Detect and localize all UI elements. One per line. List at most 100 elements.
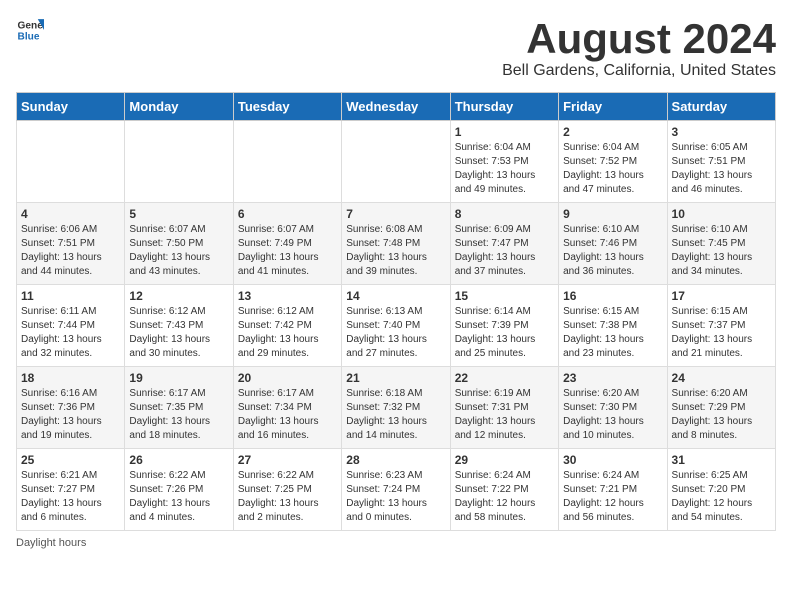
day-info: Sunrise: 6:25 AM Sunset: 7:20 PM Dayligh… (672, 469, 771, 525)
day-of-week-header: Friday (559, 93, 667, 121)
day-info: Sunrise: 6:17 AM Sunset: 7:35 PM Dayligh… (129, 387, 228, 443)
calendar-cell: 30 Sunrise: 6:24 AM Sunset: 7:21 PM Dayli… (559, 449, 667, 531)
calendar-header: SundayMondayTuesdayWednesdayThursdayFrid… (17, 93, 776, 121)
logo: General Blue (16, 16, 44, 44)
day-number: 25 (21, 453, 120, 467)
calendar-cell: 15Sunrise: 6:14 AM Sunset: 7:39 PM Dayli… (450, 285, 558, 367)
day-info: Sunrise: 6:24 AM Sunset: 7:22 PM Dayligh… (455, 469, 554, 525)
day-info: Sunrise: 6:09 AM Sunset: 7:47 PM Dayligh… (455, 223, 554, 279)
day-number: 9 (563, 207, 662, 221)
calendar-cell (233, 121, 341, 203)
day-info: Sunrise: 6:19 AM Sunset: 7:31 PM Dayligh… (455, 387, 554, 443)
calendar-week-row: 18 Sunrise: 6:16 AM Sunset: 7:36 PM Dayli… (17, 367, 776, 449)
day-info: Sunrise: 6:20 AM Sunset: 7:30 PM Dayligh… (563, 387, 662, 443)
day-number: 14 (346, 289, 445, 303)
day-info: Sunrise: 6:05 AM Sunset: 7:51 PM Dayligh… (672, 141, 771, 197)
day-number: 16 (563, 289, 662, 303)
page-title: August 2024 (502, 16, 776, 62)
calendar-cell: 19Sunrise: 6:17 AM Sunset: 7:35 PM Dayli… (125, 367, 233, 449)
calendar-cell: 31 Sunrise: 6:25 AM Sunset: 7:20 PM Dayli… (667, 449, 775, 531)
day-info: Sunrise: 6:14 AM Sunset: 7:39 PM Dayligh… (455, 305, 554, 361)
day-number: 18 (21, 371, 120, 385)
day-number: 10 (672, 207, 771, 221)
day-number: 1 (455, 125, 554, 139)
day-info: Sunrise: 6:13 AM Sunset: 7:40 PM Dayligh… (346, 305, 445, 361)
day-number: 28 (346, 453, 445, 467)
page-subtitle: Bell Gardens, California, United States (502, 62, 776, 80)
day-number: 31 (672, 453, 771, 467)
day-info: Sunrise: 6:23 AM Sunset: 7:24 PM Dayligh… (346, 469, 445, 525)
day-number: 24 (672, 371, 771, 385)
calendar-cell: 1 Sunrise: 6:04 AM Sunset: 7:53 PM Daylig… (450, 121, 558, 203)
day-info: Sunrise: 6:15 AM Sunset: 7:37 PM Dayligh… (672, 305, 771, 361)
calendar-cell: 21Sunrise: 6:18 AM Sunset: 7:32 PM Dayli… (342, 367, 450, 449)
day-info: Sunrise: 6:04 AM Sunset: 7:52 PM Dayligh… (563, 141, 662, 197)
calendar-cell: 27 Sunrise: 6:22 AM Sunset: 7:25 PM Dayli… (233, 449, 341, 531)
day-info: Sunrise: 6:07 AM Sunset: 7:50 PM Dayligh… (129, 223, 228, 279)
calendar-cell: 20 Sunrise: 6:17 AM Sunset: 7:34 PM Dayli… (233, 367, 341, 449)
day-info: Sunrise: 6:10 AM Sunset: 7:45 PM Dayligh… (672, 223, 771, 279)
day-info: Sunrise: 6:22 AM Sunset: 7:26 PM Dayligh… (129, 469, 228, 525)
calendar-week-row: 4 Sunrise: 6:06 AM Sunset: 7:51 PM Daylig… (17, 203, 776, 285)
calendar-cell: 23 Sunrise: 6:20 AM Sunset: 7:30 PM Dayli… (559, 367, 667, 449)
calendar-cell (125, 121, 233, 203)
day-info: Sunrise: 6:04 AM Sunset: 7:53 PM Dayligh… (455, 141, 554, 197)
day-number: 30 (563, 453, 662, 467)
day-info: Sunrise: 6:06 AM Sunset: 7:51 PM Dayligh… (21, 223, 120, 279)
daylight-label: Daylight hours (16, 537, 86, 549)
calendar-cell: 26 Sunrise: 6:22 AM Sunset: 7:26 PM Dayli… (125, 449, 233, 531)
day-number: 20 (238, 371, 337, 385)
day-info: Sunrise: 6:12 AM Sunset: 7:42 PM Dayligh… (238, 305, 337, 361)
day-number: 5 (129, 207, 228, 221)
day-number: 6 (238, 207, 337, 221)
day-number: 26 (129, 453, 228, 467)
calendar-week-row: 11 Sunrise: 6:11 AM Sunset: 7:44 PM Dayli… (17, 285, 776, 367)
calendar-table: SundayMondayTuesdayWednesdayThursdayFrid… (16, 92, 776, 531)
calendar-cell: 12Sunrise: 6:12 AM Sunset: 7:43 PM Dayli… (125, 285, 233, 367)
calendar-cell: 11 Sunrise: 6:11 AM Sunset: 7:44 PM Dayli… (17, 285, 125, 367)
calendar-week-row: 25 Sunrise: 6:21 AM Sunset: 7:27 PM Dayli… (17, 449, 776, 531)
calendar-cell: 18 Sunrise: 6:16 AM Sunset: 7:36 PM Dayli… (17, 367, 125, 449)
day-number: 8 (455, 207, 554, 221)
calendar-cell: 16 Sunrise: 6:15 AM Sunset: 7:38 PM Dayli… (559, 285, 667, 367)
day-number: 2 (563, 125, 662, 139)
calendar-cell: 2 Sunrise: 6:04 AM Sunset: 7:52 PM Daylig… (559, 121, 667, 203)
day-info: Sunrise: 6:17 AM Sunset: 7:34 PM Dayligh… (238, 387, 337, 443)
day-info: Sunrise: 6:21 AM Sunset: 7:27 PM Dayligh… (21, 469, 120, 525)
calendar-cell: 7Sunrise: 6:08 AM Sunset: 7:48 PM Daylig… (342, 203, 450, 285)
generalblue-logo-icon: General Blue (16, 16, 44, 44)
day-info: Sunrise: 6:22 AM Sunset: 7:25 PM Dayligh… (238, 469, 337, 525)
day-of-week-header: Monday (125, 93, 233, 121)
day-info: Sunrise: 6:24 AM Sunset: 7:21 PM Dayligh… (563, 469, 662, 525)
day-info: Sunrise: 6:15 AM Sunset: 7:38 PM Dayligh… (563, 305, 662, 361)
calendar-week-row: 1 Sunrise: 6:04 AM Sunset: 7:53 PM Daylig… (17, 121, 776, 203)
day-number: 27 (238, 453, 337, 467)
calendar-cell: 8 Sunrise: 6:09 AM Sunset: 7:47 PM Daylig… (450, 203, 558, 285)
day-info: Sunrise: 6:12 AM Sunset: 7:43 PM Dayligh… (129, 305, 228, 361)
calendar-cell: 14 Sunrise: 6:13 AM Sunset: 7:40 PM Dayli… (342, 285, 450, 367)
day-number: 17 (672, 289, 771, 303)
day-number: 3 (672, 125, 771, 139)
day-of-week-header: Tuesday (233, 93, 341, 121)
day-info: Sunrise: 6:07 AM Sunset: 7:49 PM Dayligh… (238, 223, 337, 279)
day-number: 29 (455, 453, 554, 467)
day-number: 4 (21, 207, 120, 221)
day-info: Sunrise: 6:11 AM Sunset: 7:44 PM Dayligh… (21, 305, 120, 361)
day-info: Sunrise: 6:16 AM Sunset: 7:36 PM Dayligh… (21, 387, 120, 443)
day-of-week-header: Wednesday (342, 93, 450, 121)
day-number: 23 (563, 371, 662, 385)
calendar-cell: 22Sunrise: 6:19 AM Sunset: 7:31 PM Dayli… (450, 367, 558, 449)
day-info: Sunrise: 6:08 AM Sunset: 7:48 PM Dayligh… (346, 223, 445, 279)
day-number: 11 (21, 289, 120, 303)
calendar-cell: 29 Sunrise: 6:24 AM Sunset: 7:22 PM Dayli… (450, 449, 558, 531)
calendar-cell: 4 Sunrise: 6:06 AM Sunset: 7:51 PM Daylig… (17, 203, 125, 285)
header: General Blue August 2024 Bell Gardens, C… (16, 16, 776, 80)
calendar-cell: 25 Sunrise: 6:21 AM Sunset: 7:27 PM Dayli… (17, 449, 125, 531)
calendar-cell (17, 121, 125, 203)
calendar-cell: 5 Sunrise: 6:07 AM Sunset: 7:50 PM Daylig… (125, 203, 233, 285)
calendar-cell (342, 121, 450, 203)
calendar-cell: 6 Sunrise: 6:07 AM Sunset: 7:49 PM Daylig… (233, 203, 341, 285)
calendar-cell: 9Sunrise: 6:10 AM Sunset: 7:46 PM Daylig… (559, 203, 667, 285)
calendar-body: 1 Sunrise: 6:04 AM Sunset: 7:53 PM Daylig… (17, 121, 776, 531)
footer: Daylight hours (16, 537, 776, 549)
